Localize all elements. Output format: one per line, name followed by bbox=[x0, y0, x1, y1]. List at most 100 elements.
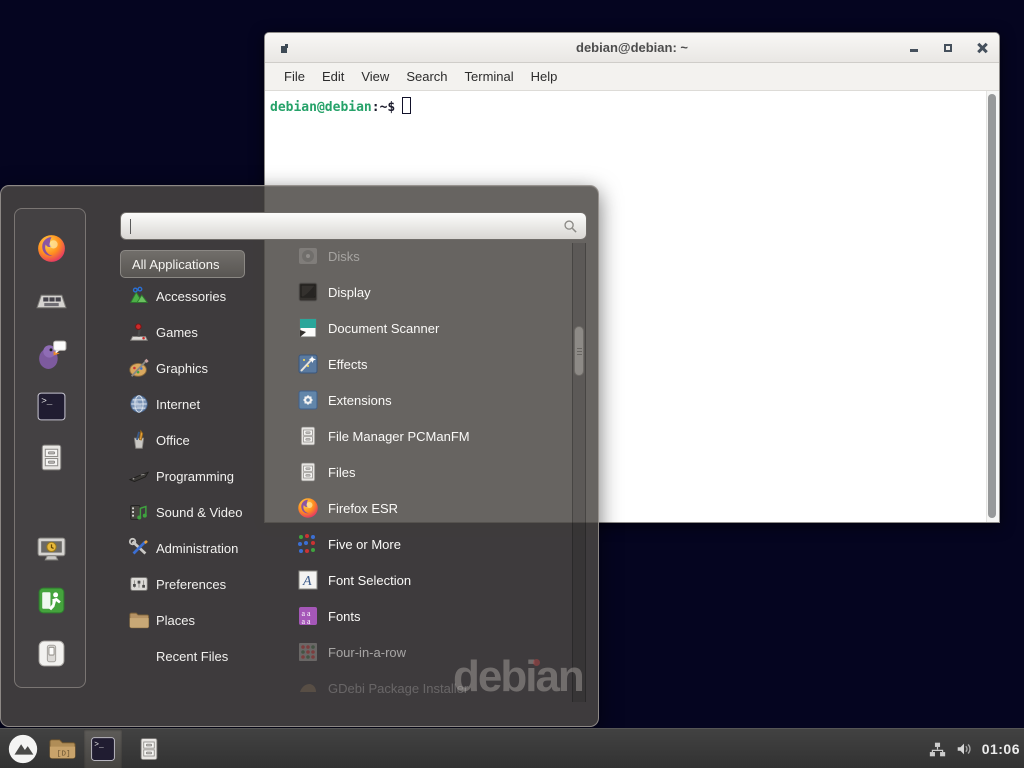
app-font-selection[interactable]: A Font Selection bbox=[266, 565, 571, 595]
taskbar: [D] >_ 01:06 bbox=[0, 728, 1024, 768]
svg-text:[D]: [D] bbox=[56, 750, 70, 758]
category-label: Office bbox=[156, 433, 190, 448]
file-cabinet-icon bbox=[35, 441, 68, 474]
disks-icon bbox=[296, 244, 320, 268]
app-display[interactable]: Display bbox=[266, 277, 571, 307]
five-or-more-icon bbox=[296, 532, 320, 556]
folder-launcher-button[interactable]: [D] bbox=[44, 729, 80, 768]
favorites-sidebar: >_ bbox=[14, 208, 86, 688]
scrollbar-grip bbox=[577, 354, 582, 355]
window-title: debian@debian: ~ bbox=[265, 40, 999, 55]
app-label: File Manager PCManFM bbox=[328, 429, 470, 444]
graphics-icon bbox=[128, 357, 150, 379]
taskbar-files-button[interactable] bbox=[130, 729, 168, 768]
category-games[interactable]: Games bbox=[120, 317, 262, 347]
category-all-applications[interactable]: All Applications bbox=[120, 250, 245, 278]
favorite-pidgin[interactable] bbox=[15, 335, 87, 373]
favorite-shutdown[interactable] bbox=[15, 634, 87, 672]
favorite-terminal[interactable]: >_ bbox=[15, 387, 87, 425]
volume-icon[interactable] bbox=[955, 740, 973, 758]
app-document-scanner[interactable]: Document Scanner bbox=[266, 313, 571, 343]
terminal-menubar: File Edit View Search Terminal Help bbox=[265, 63, 999, 91]
clock[interactable]: 01:06 bbox=[982, 741, 1020, 757]
prompt-suffix: :~$ bbox=[372, 100, 395, 115]
app-fonts[interactable]: a a a a Fonts bbox=[266, 601, 571, 631]
category-label: Sound & Video bbox=[156, 505, 243, 520]
category-sound-video[interactable]: Sound & Video bbox=[120, 497, 262, 527]
app-label: Five or More bbox=[328, 537, 401, 552]
favorite-lock-screen[interactable] bbox=[15, 530, 87, 568]
office-icon bbox=[128, 429, 150, 451]
app-effects[interactable]: Effects bbox=[266, 349, 571, 379]
app-label: Extensions bbox=[328, 393, 392, 408]
category-label: Places bbox=[156, 613, 195, 628]
taskbar-terminal-button[interactable]: >_ bbox=[84, 729, 122, 768]
log-out-icon bbox=[35, 584, 68, 617]
app-four-in-a-row[interactable]: Four-in-a-row bbox=[266, 637, 571, 667]
app-label: Display bbox=[328, 285, 371, 300]
scrollbar-grip bbox=[577, 348, 582, 349]
menu-search[interactable]: Search bbox=[406, 69, 447, 84]
category-office[interactable]: Office bbox=[120, 425, 262, 455]
app-label: GDebi Package Installer bbox=[328, 681, 468, 696]
category-places[interactable]: Places bbox=[120, 605, 262, 635]
menu-edit[interactable]: Edit bbox=[322, 69, 344, 84]
terminal-window-icon bbox=[279, 42, 291, 54]
category-internet[interactable]: Internet bbox=[120, 389, 262, 419]
category-recent-files[interactable]: Recent Files bbox=[120, 641, 262, 671]
category-label: Recent Files bbox=[156, 649, 228, 664]
font-selection-icon: A bbox=[296, 568, 320, 592]
category-administration[interactable]: Administration bbox=[120, 533, 262, 563]
favorite-files[interactable] bbox=[15, 438, 87, 476]
category-label: Internet bbox=[156, 397, 200, 412]
favorite-firefox[interactable] bbox=[15, 229, 87, 267]
display-icon bbox=[296, 280, 320, 304]
minimize-button[interactable] bbox=[907, 41, 921, 55]
close-button[interactable] bbox=[975, 41, 989, 55]
category-accessories[interactable]: Accessories bbox=[120, 281, 262, 311]
category-label: Preferences bbox=[156, 577, 226, 592]
network-icon[interactable] bbox=[929, 741, 946, 758]
category-graphics[interactable]: Graphics bbox=[120, 353, 262, 383]
app-label: Fonts bbox=[328, 609, 361, 624]
menu-help[interactable]: Help bbox=[531, 69, 558, 84]
svg-text:>_: >_ bbox=[41, 395, 53, 406]
app-disks[interactable]: Disks bbox=[266, 241, 571, 271]
app-label: Firefox ESR bbox=[328, 501, 398, 516]
menu-scrollbar-thumb[interactable] bbox=[574, 326, 584, 376]
document-scanner-icon bbox=[296, 316, 320, 340]
terminal-scrollbar-thumb[interactable] bbox=[988, 94, 996, 518]
menu-view[interactable]: View bbox=[361, 69, 389, 84]
app-gdebi-package-installer[interactable]: GDebi Package Installer bbox=[266, 673, 571, 703]
games-icon bbox=[128, 321, 150, 343]
app-five-or-more[interactable]: Five or More bbox=[266, 529, 571, 559]
menu-launcher-button[interactable] bbox=[3, 729, 43, 768]
lock-screen-icon bbox=[35, 533, 68, 566]
menu-file[interactable]: File bbox=[284, 69, 305, 84]
menu-scrollbar[interactable] bbox=[572, 243, 586, 702]
app-extensions[interactable]: Extensions bbox=[266, 385, 571, 415]
terminal-cursor bbox=[402, 97, 411, 114]
file-cabinet-icon bbox=[296, 460, 320, 484]
text-cursor bbox=[130, 219, 131, 234]
menu-terminal[interactable]: Terminal bbox=[465, 69, 514, 84]
favorite-log-out[interactable] bbox=[15, 581, 87, 619]
terminal-scrollbar[interactable] bbox=[986, 91, 999, 522]
app-firefox-esr[interactable]: Firefox ESR bbox=[266, 493, 571, 523]
system-tray: 01:06 bbox=[929, 729, 1020, 768]
terminal-icon: >_ bbox=[35, 390, 68, 423]
category-programming[interactable]: Programming bbox=[120, 461, 262, 491]
app-label: Effects bbox=[328, 357, 368, 372]
file-cabinet-icon bbox=[135, 735, 163, 763]
category-preferences[interactable]: Preferences bbox=[120, 569, 262, 599]
app-file-manager-pcmanfm[interactable]: File Manager PCManFM bbox=[266, 421, 571, 451]
terminal-titlebar[interactable]: debian@debian: ~ bbox=[265, 33, 999, 63]
desktop: { "terminal": { "title": "debian@debian:… bbox=[0, 0, 1024, 768]
search-input[interactable] bbox=[120, 212, 587, 240]
prompt-user: debian@debian bbox=[270, 100, 372, 115]
favorite-control-center[interactable] bbox=[15, 282, 87, 320]
app-files[interactable]: Files bbox=[266, 457, 571, 487]
terminal-icon: >_ bbox=[89, 735, 117, 763]
maximize-button[interactable] bbox=[941, 41, 955, 55]
control-center-icon bbox=[35, 285, 68, 318]
